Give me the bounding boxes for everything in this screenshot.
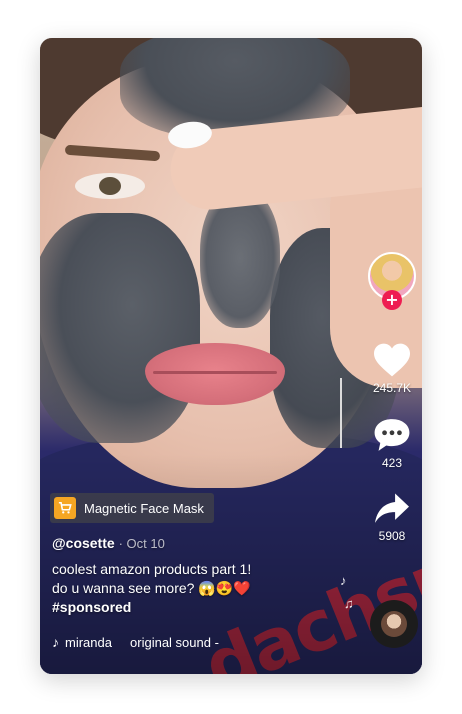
share-button[interactable]: 5908 xyxy=(373,492,411,543)
hashtag-link[interactable]: #sponsored xyxy=(52,598,352,617)
author-line: @cosette · Oct 10 xyxy=(52,535,352,551)
like-count: 245.7K xyxy=(372,381,412,395)
post-info: @cosette · Oct 10 coolest amazon product… xyxy=(52,535,352,617)
heart-icon[interactable] xyxy=(372,342,412,378)
comment-count: 423 xyxy=(381,456,403,470)
cart-icon xyxy=(54,497,76,519)
sound-label: miranda original sound - xyxy=(65,634,219,650)
share-count: 5908 xyxy=(378,529,406,543)
caption-line: coolest amazon products part 1! xyxy=(52,561,252,577)
creator-avatar[interactable]: + xyxy=(368,252,416,310)
post-date: · Oct 10 xyxy=(118,536,165,551)
tiktok-video-screen: dachsr + 245.7K xyxy=(40,38,422,674)
caption-line: do u wanna see more? 😱😍❤️ xyxy=(52,580,251,596)
music-note-icon: ♪ xyxy=(52,634,59,650)
like-button[interactable]: 245.7K xyxy=(372,342,412,395)
comment-button[interactable]: 423 xyxy=(373,417,411,470)
comment-icon[interactable] xyxy=(373,417,411,453)
share-icon[interactable] xyxy=(373,492,411,526)
product-chip-label: Magnetic Face Mask xyxy=(84,500,204,516)
sound-disc-cover xyxy=(381,611,407,637)
sound-info[interactable]: ♪ miranda original sound - xyxy=(52,634,219,650)
follow-plus-icon[interactable]: + xyxy=(382,290,402,310)
product-chip[interactable]: Magnetic Face Mask xyxy=(50,493,214,523)
sound-disc[interactable] xyxy=(370,600,418,648)
action-column: + 245.7K 423 5908 xyxy=(366,252,418,565)
username[interactable]: @cosette xyxy=(52,535,115,551)
